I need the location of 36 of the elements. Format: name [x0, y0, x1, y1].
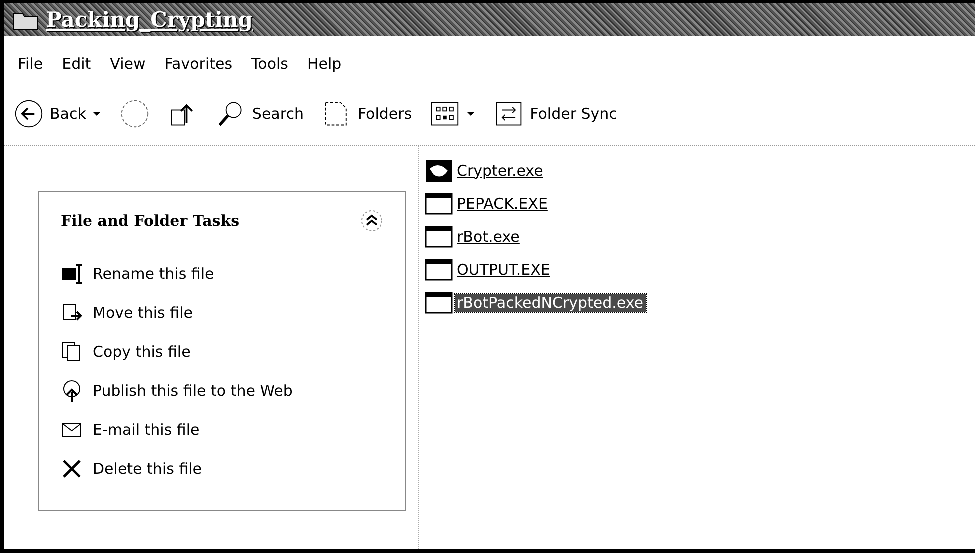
window-title: Packing_Crypting — [46, 7, 253, 32]
menu-item[interactable]: Edit — [54, 46, 102, 82]
collapse-button[interactable] — [361, 210, 383, 232]
app-icon — [425, 158, 453, 182]
menu-item[interactable]: File — [10, 46, 54, 82]
file-name[interactable]: Crypter.exe — [455, 162, 546, 180]
panel-title: File and Folder Tasks — [61, 212, 240, 230]
chevron-icon — [361, 210, 383, 232]
rename-icon — [61, 262, 83, 284]
sync-button[interactable]: Folder Sync — [490, 96, 622, 130]
folders-button[interactable]: Folders — [318, 96, 416, 130]
forward-circle-icon — [120, 98, 150, 128]
task-link[interactable]: Rename this file — [61, 254, 383, 293]
move-file-icon — [61, 302, 83, 324]
menu-item[interactable]: View — [102, 46, 157, 82]
menu-item[interactable]: Favorites — [156, 46, 244, 82]
file-name[interactable]: rBotPackedNCrypted.exe — [455, 294, 646, 312]
file-name[interactable]: PEPACK.EXE — [455, 194, 550, 212]
task-link[interactable]: Delete this file — [61, 449, 383, 488]
copy-file-icon — [61, 340, 83, 362]
task-link[interactable]: Publish this file to the Web — [61, 371, 383, 410]
task-link[interactable]: Move this file — [61, 293, 383, 332]
task-link[interactable]: E-mail this file — [61, 410, 383, 449]
back-button[interactable]: Back — [10, 96, 106, 130]
menu-item[interactable]: Help — [300, 46, 353, 82]
file-name[interactable]: rBot.exe — [455, 228, 522, 246]
program-window-icon — [425, 290, 453, 314]
program-window-icon — [425, 224, 453, 248]
file-name[interactable]: OUTPUT.EXE — [455, 260, 552, 278]
task-link[interactable]: Copy this file — [61, 332, 383, 371]
program-window-icon — [425, 192, 453, 216]
globe-upload-icon — [61, 380, 83, 402]
search-button[interactable]: Search — [212, 96, 308, 130]
menu-item[interactable]: Tools — [244, 46, 300, 82]
program-window-icon — [425, 258, 453, 282]
delete-x-icon — [61, 458, 83, 480]
